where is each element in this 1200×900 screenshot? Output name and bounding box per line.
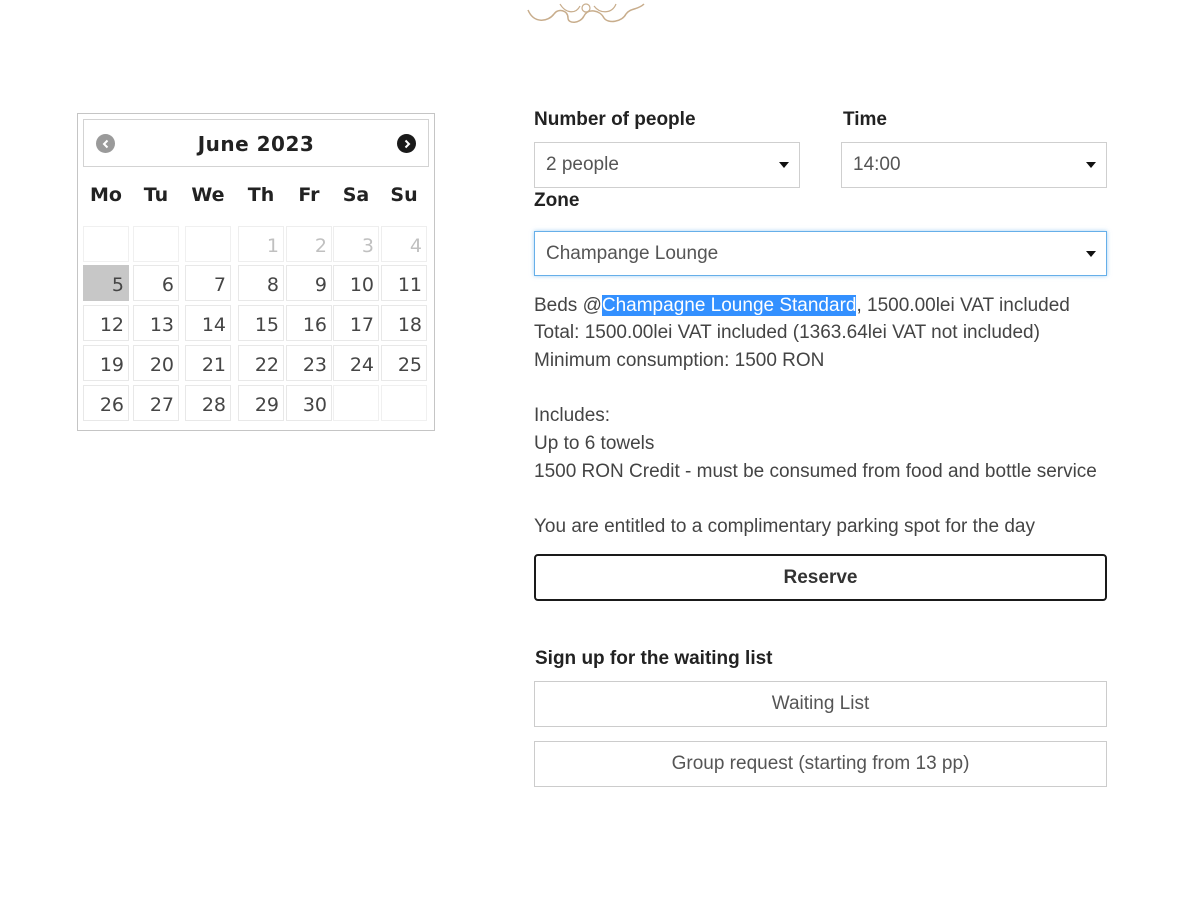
calendar-day[interactable]: 18 (381, 305, 427, 341)
calendar-day[interactable]: 29 (238, 385, 284, 421)
zone-select[interactable]: Champange Lounge (534, 231, 1107, 276)
calendar-day-disabled: 1 (238, 226, 284, 262)
time-select-value: 14:00 (853, 154, 901, 175)
calendar-empty-cell (185, 226, 231, 262)
calendar-empty-cell (381, 385, 427, 421)
people-select-value: 2 people (546, 154, 619, 175)
calendar-month-title: June 2023 (197, 132, 315, 156)
zone-label: Zone (534, 190, 580, 211)
logo-ornament (527, 3, 645, 23)
calendar-day[interactable]: 30 (286, 385, 332, 421)
beds-product-name: Champagne Lounge Standard (601, 295, 857, 316)
weekday-label: Su (390, 184, 418, 206)
weekday-label: We (191, 184, 225, 206)
weekday-label: Fr (298, 184, 320, 206)
datepicker-calendar: June 2023 Mo Tu We Th Fr Sa Su 1 2 3 4 5 6 7 8 9 10 11 12… (77, 113, 435, 431)
calendar-day-disabled: 4 (381, 226, 427, 262)
weekday-label: Tu (143, 184, 169, 206)
calendar-day[interactable]: 20 (133, 345, 179, 381)
total-line: Total: 1500.00lei VAT included (1363.64l… (534, 322, 1040, 343)
zone-select-value: Champange Lounge (546, 242, 719, 264)
calendar-day[interactable]: 15 (238, 305, 284, 341)
calendar-day-selected[interactable]: 5 (83, 265, 129, 301)
people-label: Number of people (534, 109, 696, 130)
calendar-day[interactable]: 12 (83, 305, 129, 341)
chevron-right-icon (404, 139, 410, 148)
waiting-list-heading: Sign up for the waiting list (535, 648, 773, 669)
calendar-day[interactable]: 24 (333, 345, 379, 381)
group-request-button[interactable]: Group request (starting from 13 pp) (534, 741, 1107, 787)
calendar-day-disabled: 3 (333, 226, 379, 262)
calendar-day[interactable]: 17 (333, 305, 379, 341)
calendar-day[interactable]: 9 (286, 265, 332, 301)
calendar-day[interactable]: 14 (185, 305, 231, 341)
calendar-day[interactable]: 21 (185, 345, 231, 381)
next-month-button[interactable] (397, 134, 416, 153)
reserve-button[interactable]: Reserve (534, 554, 1107, 601)
caret-down-icon (1086, 162, 1096, 168)
calendar-day[interactable]: 25 (381, 345, 427, 381)
time-label: Time (843, 109, 888, 130)
weekday-label: Mo (90, 184, 122, 206)
calendar-day[interactable]: 22 (238, 345, 284, 381)
calendar-day[interactable]: 11 (381, 265, 427, 301)
calendar-day[interactable]: 19 (83, 345, 129, 381)
minimum-consumption-line: Minimum consumption: 1500 RON (534, 350, 825, 371)
include-item: 1500 RON Credit - must be consumed from … (534, 461, 1097, 482)
calendar-day[interactable]: 28 (185, 385, 231, 421)
waiting-list-button[interactable]: Waiting List (534, 681, 1107, 727)
calendar-day[interactable]: 23 (286, 345, 332, 381)
calendar-day[interactable]: 10 (333, 265, 379, 301)
calendar-day[interactable]: 27 (133, 385, 179, 421)
calendar-header: June 2023 (83, 119, 429, 167)
people-select[interactable]: 2 people (534, 142, 800, 188)
include-item: Up to 6 towels (534, 433, 655, 454)
calendar-day[interactable]: 16 (286, 305, 332, 341)
weekday-label: Th (247, 184, 275, 206)
beds-prefix: Beds @ (534, 295, 602, 316)
beds-line: Beds @Champagne Lounge Standard, 1500.00… (534, 295, 1070, 317)
calendar-day[interactable]: 6 (133, 265, 179, 301)
calendar-day[interactable]: 7 (185, 265, 231, 301)
calendar-empty-cell (333, 385, 379, 421)
caret-down-icon (779, 162, 789, 168)
calendar-day-disabled: 2 (286, 226, 332, 262)
weekday-header-row: Mo Tu We Th Fr Sa Su (83, 184, 429, 210)
caret-down-icon (1086, 250, 1096, 257)
includes-label: Includes: (534, 405, 611, 426)
calendar-empty-cell (83, 226, 129, 262)
parking-note: You are entitled to a complimentary park… (534, 516, 1035, 537)
calendar-day[interactable]: 26 (83, 385, 129, 421)
weekday-label: Sa (342, 184, 370, 206)
calendar-empty-cell (133, 226, 179, 262)
beds-price: , 1500.00lei VAT included (856, 295, 1070, 316)
calendar-day[interactable]: 13 (133, 305, 179, 341)
calendar-day[interactable]: 8 (238, 265, 284, 301)
time-select[interactable]: 14:00 (841, 142, 1107, 188)
